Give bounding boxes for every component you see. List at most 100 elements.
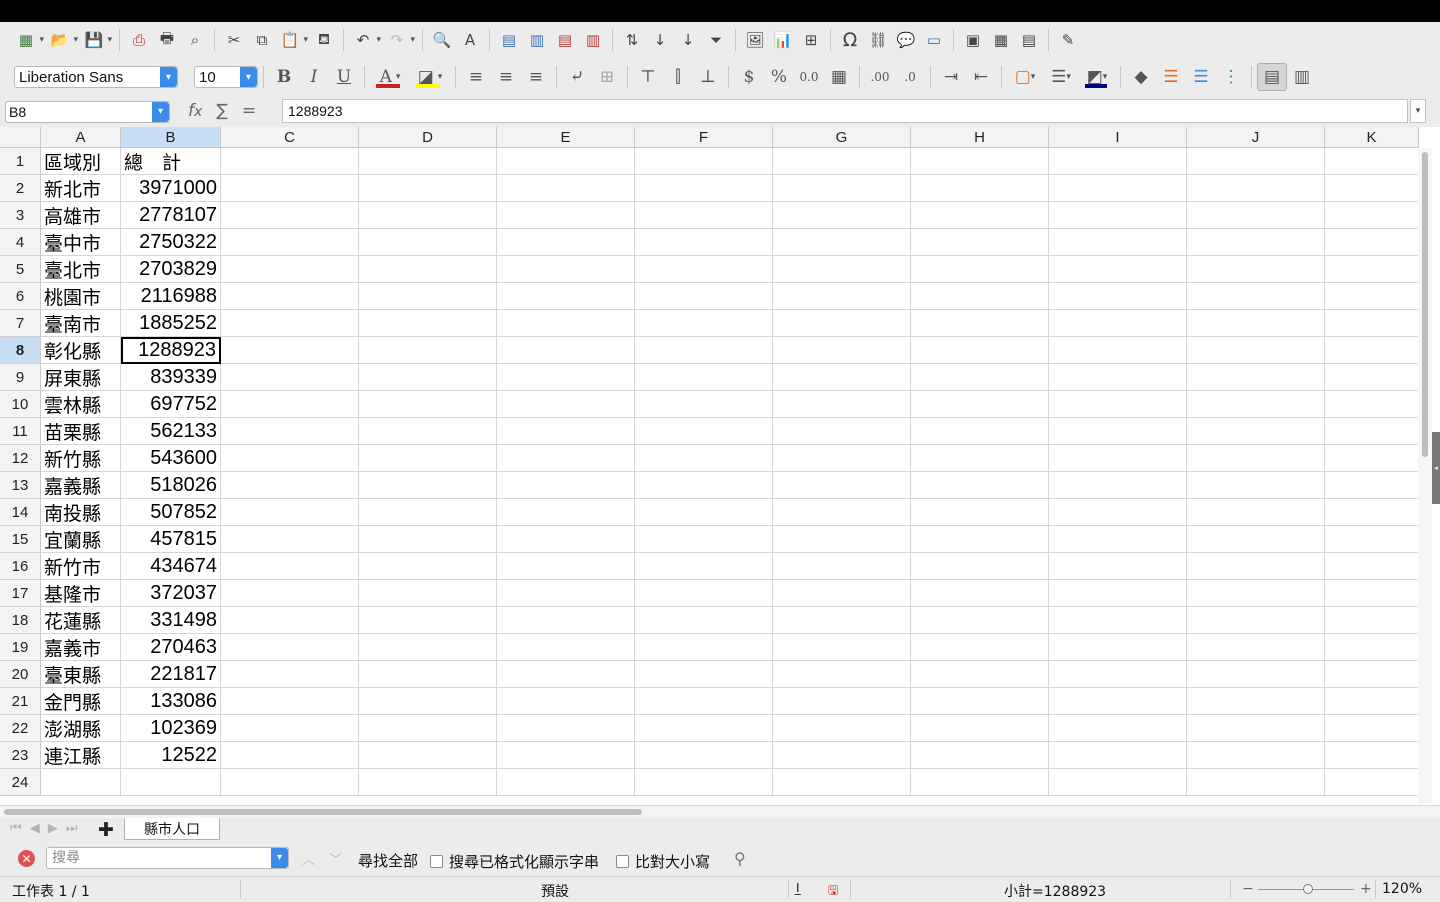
cell[interactable] [497, 283, 635, 310]
column-header-b[interactable]: B [121, 127, 221, 148]
cell-population[interactable]: 839339 [121, 364, 221, 391]
cell[interactable] [221, 283, 359, 310]
cell-region[interactable]: 臺中市 [41, 229, 121, 256]
cell[interactable] [1187, 526, 1325, 553]
clone-format-icon[interactable]: ⛾ [310, 26, 338, 54]
font-size-box[interactable]: 10 ▾ [194, 66, 258, 88]
cell[interactable] [911, 202, 1049, 229]
underline-icon[interactable]: U [329, 63, 359, 91]
percent-icon[interactable]: % [764, 63, 794, 91]
row-header[interactable]: 17 [0, 580, 41, 607]
cell[interactable] [1325, 580, 1419, 607]
align-right-icon[interactable]: ≡ [521, 63, 551, 91]
cell[interactable] [1049, 553, 1187, 580]
delete-decimal-icon[interactable]: .0 [895, 63, 925, 91]
cell[interactable] [635, 715, 773, 742]
row-header[interactable]: 6 [0, 283, 41, 310]
increase-indent-icon[interactable]: ⇥ [936, 63, 966, 91]
date-format-icon[interactable]: ▦ [824, 63, 854, 91]
cell[interactable] [773, 283, 911, 310]
cell-region[interactable] [41, 769, 121, 796]
cell[interactable] [911, 769, 1049, 796]
cell-region[interactable]: 屏東縣 [41, 364, 121, 391]
cell[interactable] [221, 688, 359, 715]
cell[interactable] [1049, 445, 1187, 472]
zoom-out-icon[interactable]: − [1242, 881, 1254, 897]
print-preview-icon[interactable]: ⌕ [181, 26, 209, 54]
cell[interactable] [497, 472, 635, 499]
cell[interactable] [1325, 715, 1419, 742]
cell-region[interactable]: 雲林縣 [41, 391, 121, 418]
font-name-box[interactable]: Liberation Sans ▾ [14, 66, 178, 88]
cell[interactable] [1325, 283, 1419, 310]
cell[interactable] [221, 229, 359, 256]
cell[interactable] [1187, 445, 1325, 472]
column-header-i[interactable]: I [1049, 127, 1187, 148]
border-style-icon[interactable]: ☰ ▾ [1043, 63, 1079, 91]
bold-icon[interactable]: B [269, 63, 299, 91]
cell[interactable] [359, 553, 497, 580]
cell[interactable] [773, 256, 911, 283]
cell[interactable] [359, 499, 497, 526]
cell-region[interactable]: 桃園市 [41, 283, 121, 310]
cell[interactable] [911, 229, 1049, 256]
formula-icon[interactable]: = [242, 101, 256, 121]
cell[interactable] [1187, 715, 1325, 742]
cell[interactable] [773, 337, 911, 364]
split-window-icon[interactable]: ▤ [1015, 26, 1043, 54]
text-direction-left-right-icon[interactable]: ▤ [1257, 63, 1287, 91]
vertical-scrollbar[interactable] [1418, 148, 1432, 803]
cell[interactable] [911, 661, 1049, 688]
special-character-icon[interactable]: Ω [836, 26, 864, 54]
cell[interactable] [635, 256, 773, 283]
previous-sheet-icon[interactable]: ◀ [30, 821, 40, 836]
cell[interactable] [911, 337, 1049, 364]
row-header[interactable]: 8 [0, 337, 41, 364]
cell-region[interactable]: 臺南市 [41, 310, 121, 337]
cell[interactable] [911, 148, 1049, 175]
cell[interactable] [1187, 769, 1325, 796]
chevron-down-icon[interactable]: ▾ [271, 848, 288, 868]
print-icon[interactable]: 🖶 [153, 26, 181, 54]
checkbox-box[interactable] [616, 855, 629, 868]
cell[interactable] [773, 445, 911, 472]
cell[interactable] [1325, 769, 1419, 796]
cell-population[interactable] [121, 769, 221, 796]
cell[interactable] [911, 688, 1049, 715]
add-decimal-icon[interactable]: .00 [865, 63, 895, 91]
conditional-format-icon[interactable]: ◆ [1126, 63, 1156, 91]
cell[interactable] [1187, 499, 1325, 526]
cell[interactable] [635, 229, 773, 256]
cell[interactable] [1325, 661, 1419, 688]
cell-region[interactable]: 宜蘭縣 [41, 526, 121, 553]
cell[interactable] [911, 553, 1049, 580]
cell[interactable] [359, 310, 497, 337]
chevron-down-icon[interactable]: ▾ [240, 67, 257, 87]
cell[interactable] [1325, 148, 1419, 175]
cell[interactable] [1187, 337, 1325, 364]
cell-population[interactable]: 1885252 [121, 310, 221, 337]
cell[interactable] [1325, 688, 1419, 715]
formatted-display-checkbox[interactable]: 搜尋已格式化顯示字串 [430, 851, 614, 872]
cell[interactable] [773, 607, 911, 634]
cell[interactable] [1049, 283, 1187, 310]
pivot-table-icon[interactable]: ⊞ [797, 26, 825, 54]
cell[interactable] [497, 148, 635, 175]
cell[interactable] [1325, 310, 1419, 337]
cell[interactable] [1187, 364, 1325, 391]
cell[interactable] [1325, 229, 1419, 256]
cell[interactable] [1325, 526, 1419, 553]
sort-icon[interactable]: ⇅ [618, 26, 646, 54]
cell[interactable] [635, 688, 773, 715]
cell[interactable] [1187, 418, 1325, 445]
copy-icon[interactable]: ⧉ [248, 26, 276, 54]
cell[interactable] [221, 337, 359, 364]
cell[interactable] [911, 256, 1049, 283]
open-icon[interactable]: 📂 [46, 26, 78, 54]
cell[interactable] [497, 634, 635, 661]
cell[interactable] [1187, 742, 1325, 769]
cell-region[interactable]: 基隆市 [41, 580, 121, 607]
checkbox-box[interactable] [430, 855, 443, 868]
cell[interactable] [1187, 148, 1325, 175]
cell[interactable] [635, 283, 773, 310]
